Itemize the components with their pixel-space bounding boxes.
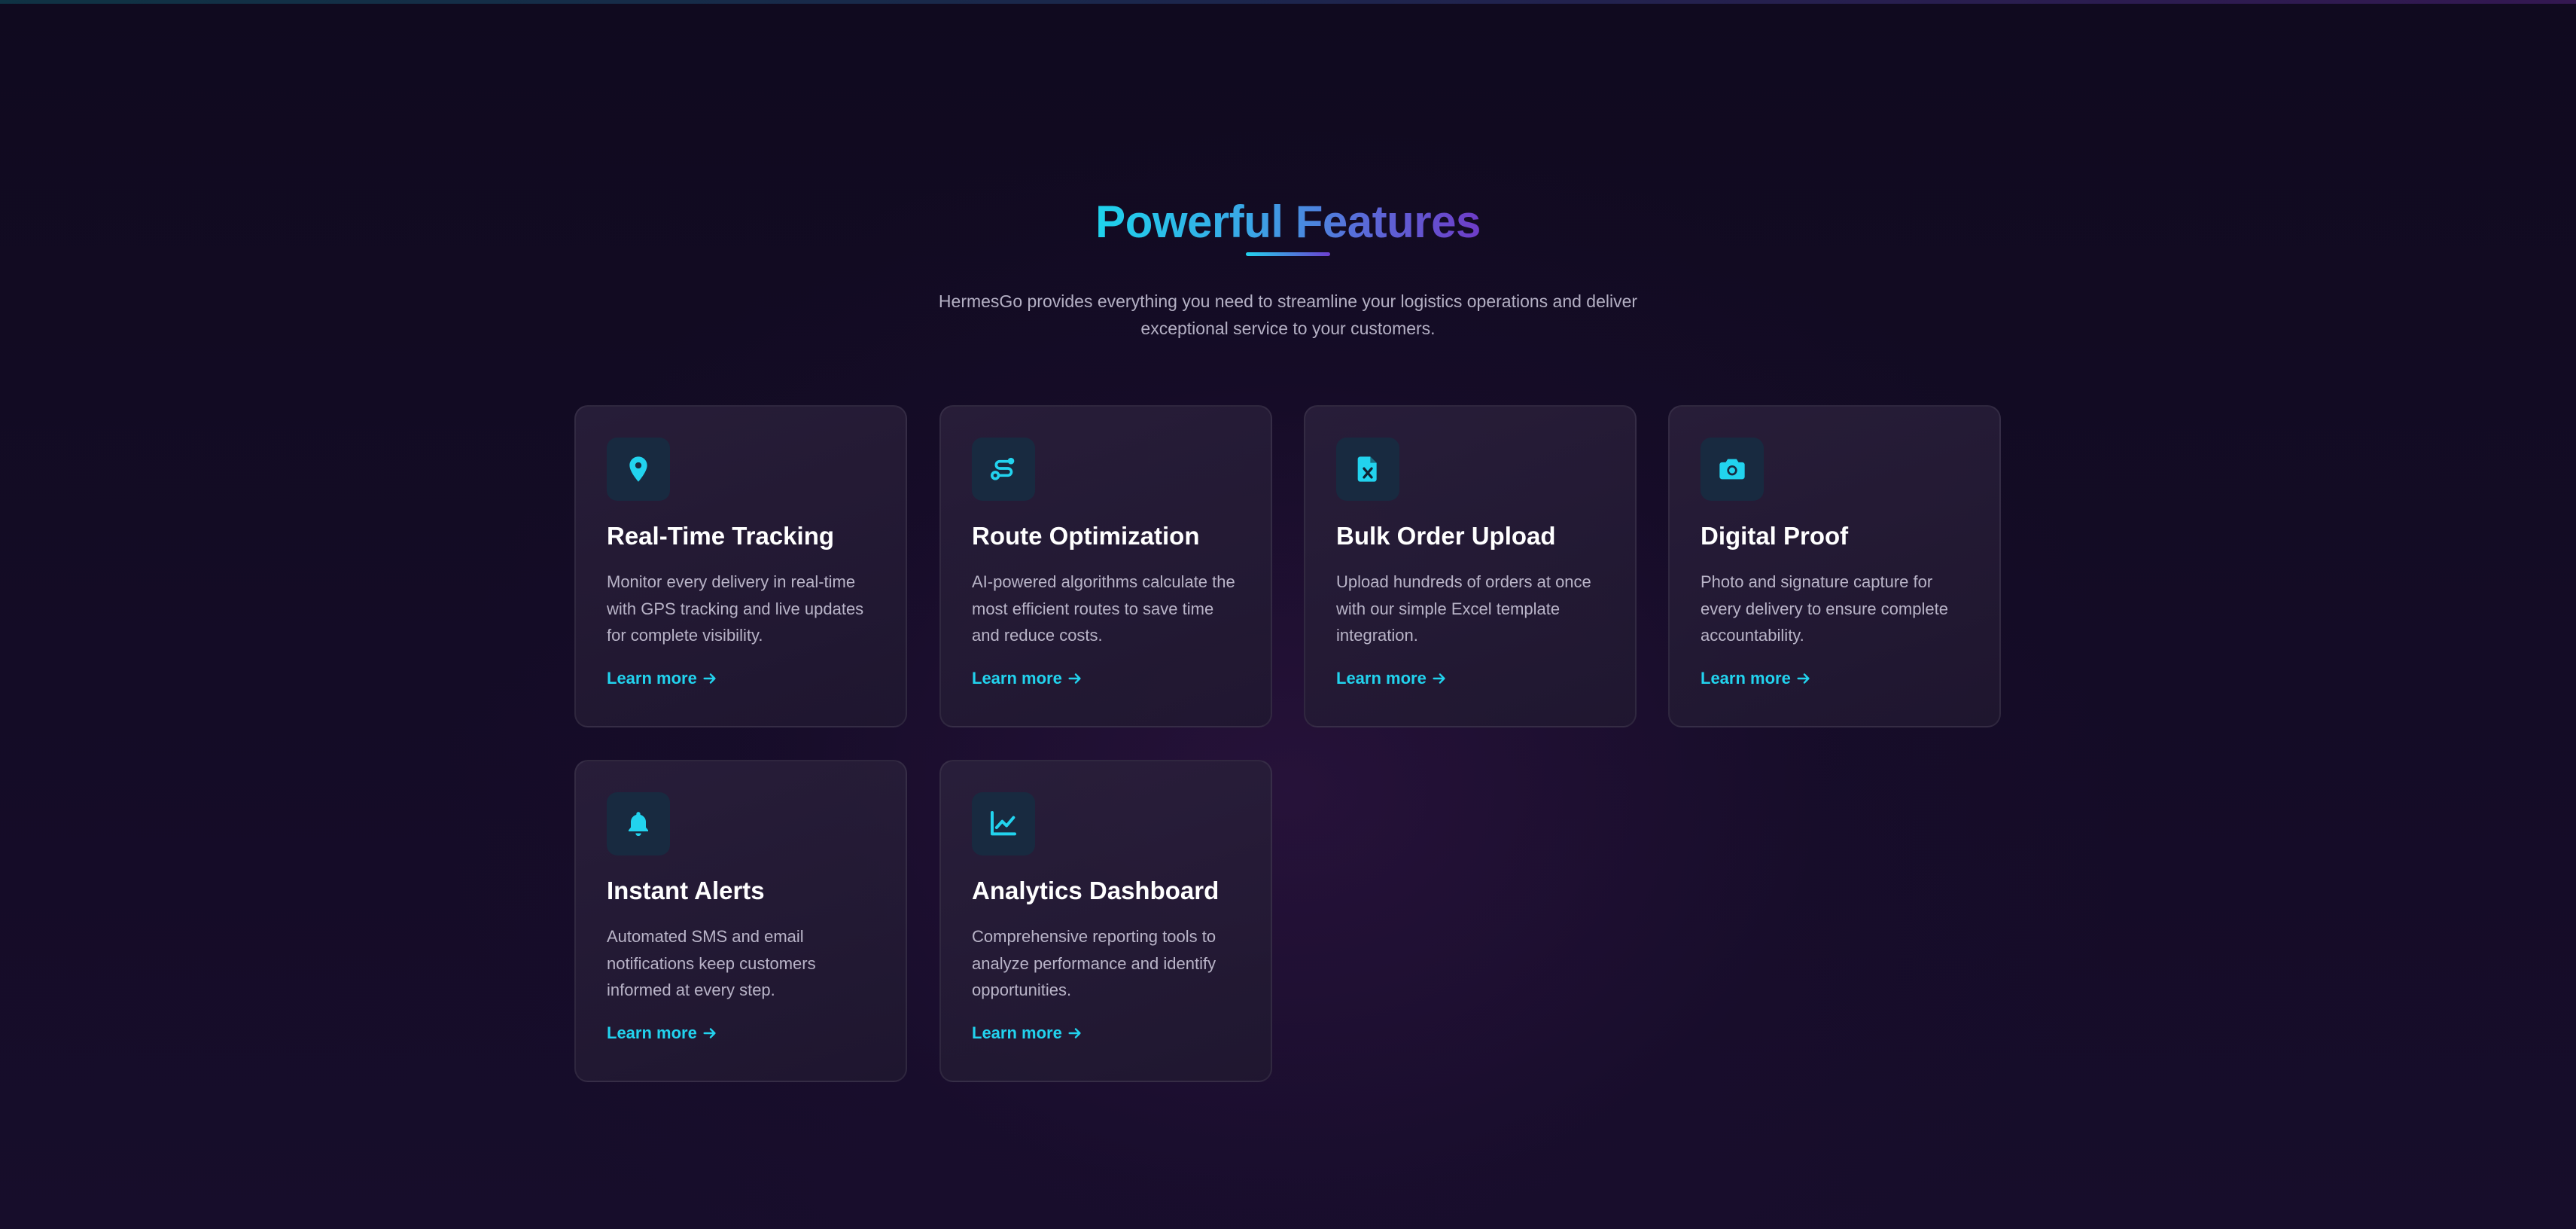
arrow-right-icon bbox=[1067, 670, 1083, 687]
feature-title: Digital Proof bbox=[1701, 522, 1849, 550]
feature-title: Bulk Order Upload bbox=[1336, 522, 1556, 550]
route-icon bbox=[972, 438, 1035, 501]
feature-card-analytics-dashboard: Analytics Dashboard Comprehensive report… bbox=[939, 760, 1272, 1082]
learn-more-link[interactable]: Learn more bbox=[607, 667, 718, 690]
feature-description: Automated SMS and email notifications ke… bbox=[607, 927, 816, 999]
arrow-right-icon bbox=[1067, 1025, 1083, 1041]
arrow-right-icon bbox=[1795, 670, 1812, 687]
learn-more-link[interactable]: Learn more bbox=[972, 1022, 1083, 1044]
map-pin-icon bbox=[607, 438, 670, 501]
feature-title: Real-Time Tracking bbox=[607, 522, 835, 550]
feature-title: Route Optimization bbox=[972, 522, 1200, 550]
learn-more-label[interactable]: Learn more bbox=[972, 667, 1062, 690]
feature-description: Photo and signature capture for every de… bbox=[1701, 572, 1948, 645]
feature-card-instant-alerts: Instant Alerts Automated SMS and email n… bbox=[574, 760, 907, 1082]
file-excel-icon bbox=[1336, 438, 1399, 501]
feature-title: Instant Alerts bbox=[607, 877, 765, 904]
learn-more-label[interactable]: Learn more bbox=[972, 1022, 1062, 1044]
learn-more-link[interactable]: Learn more bbox=[972, 667, 1083, 690]
learn-more-link[interactable]: Learn more bbox=[1701, 667, 1812, 690]
camera-icon bbox=[1701, 438, 1764, 501]
arrow-right-icon bbox=[702, 1025, 718, 1041]
feature-card-real-time-tracking: Real-Time Tracking Monitor every deliver… bbox=[574, 405, 907, 727]
learn-more-link[interactable]: Learn more bbox=[1336, 667, 1448, 690]
feature-description: AI-powered algorithms calculate the most… bbox=[972, 572, 1235, 645]
features-section: Powerful Features HermesGo provides ever… bbox=[0, 0, 2576, 1229]
feature-card-digital-proof: Digital Proof Photo and signature captur… bbox=[1668, 405, 2001, 727]
bell-icon bbox=[607, 792, 670, 855]
heading-underline bbox=[1246, 252, 1330, 256]
feature-card-bulk-order-upload: Bulk Order Upload Upload hundreds of ord… bbox=[1304, 405, 1637, 727]
learn-more-label[interactable]: Learn more bbox=[607, 1022, 697, 1044]
arrow-right-icon bbox=[1431, 670, 1448, 687]
feature-description: Monitor every delivery in real-time with… bbox=[607, 572, 864, 645]
feature-description: Upload hundreds of orders at once with o… bbox=[1336, 572, 1591, 645]
learn-more-label[interactable]: Learn more bbox=[1701, 667, 1791, 690]
learn-more-label[interactable]: Learn more bbox=[607, 667, 697, 690]
feature-card-route-optimization: Route Optimization AI-powered algorithms… bbox=[939, 405, 1272, 727]
learn-more-link[interactable]: Learn more bbox=[607, 1022, 718, 1044]
learn-more-label[interactable]: Learn more bbox=[1336, 667, 1427, 690]
section-heading: Powerful Features bbox=[1095, 197, 1481, 247]
feature-description: Comprehensive reporting tools to analyze… bbox=[972, 927, 1216, 999]
feature-title: Analytics Dashboard bbox=[972, 877, 1219, 904]
section-subtitle: HermesGo provides everything you need to… bbox=[938, 291, 1638, 338]
chart-line-icon bbox=[972, 792, 1035, 855]
arrow-right-icon bbox=[702, 670, 718, 687]
